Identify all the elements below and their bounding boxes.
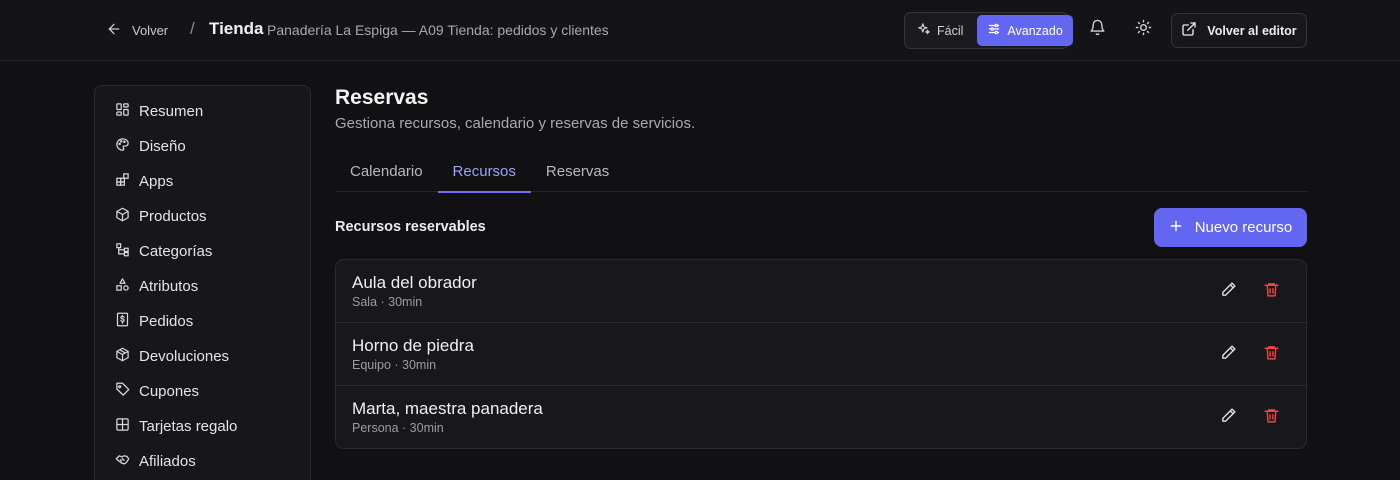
sidebar-item-atributos[interactable]: Atributos <box>95 269 310 304</box>
package-return-icon <box>115 347 130 366</box>
theme-toggle-button[interactable] <box>1128 15 1158 45</box>
sidebar-item-diseno[interactable]: Diseño <box>95 129 310 164</box>
shapes-icon <box>115 277 130 296</box>
handshake-icon <box>115 452 130 471</box>
trash-icon <box>1263 344 1280 366</box>
edit-resource-button[interactable] <box>1216 343 1240 367</box>
sidebar-item-label: Tarjetas regalo <box>139 418 238 435</box>
sidebar-item-label: Productos <box>139 208 207 225</box>
edit-resource-button[interactable] <box>1216 406 1240 430</box>
sidebar: Resumen Diseño Apps Productos Categorías… <box>94 85 311 480</box>
pencil-icon <box>1220 407 1237 429</box>
trash-icon <box>1263 281 1280 303</box>
package-icon <box>115 207 130 226</box>
mode-advanced-button[interactable]: Avanzado <box>977 15 1073 46</box>
pencil-icon <box>1220 281 1237 303</box>
trash-icon <box>1263 407 1280 429</box>
back-to-editor-label: Volver al editor <box>1207 23 1297 38</box>
breadcrumb-subtitle: Panadería La Espiga — A09 Tienda: pedido… <box>267 22 609 38</box>
new-resource-label: Nuevo recurso <box>1194 219 1293 236</box>
sidebar-item-label: Diseño <box>139 138 186 155</box>
delete-resource-button[interactable] <box>1259 406 1283 430</box>
sidebar-item-tarjetas-regalo[interactable]: Tarjetas regalo <box>95 409 310 444</box>
back-label: Volver <box>132 22 169 38</box>
top-bar: Volver / Tienda Panadería La Espiga — A0… <box>0 0 1400 61</box>
sparkles-icon <box>917 22 931 39</box>
breadcrumb-separator: / <box>190 19 195 38</box>
back-button[interactable]: Volver <box>100 14 174 46</box>
back-to-editor-button[interactable]: Volver al editor <box>1171 13 1307 48</box>
sidebar-item-cupones[interactable]: Cupones <box>95 374 310 409</box>
resource-row: Aula del obrador Sala · 30min <box>336 260 1306 323</box>
resource-name: Marta, maestra panadera <box>352 399 543 418</box>
bell-icon <box>1089 19 1106 41</box>
sidebar-item-devoluciones[interactable]: Devoluciones <box>95 339 310 374</box>
sidebar-item-label: Apps <box>139 173 174 190</box>
arrow-left-icon <box>106 21 122 40</box>
sidebar-item-productos[interactable]: Productos <box>95 199 310 234</box>
external-link-icon <box>1181 21 1197 40</box>
sidebar-item-label: Afiliados <box>139 453 196 470</box>
sidebar-item-apps[interactable]: Apps <box>95 164 310 199</box>
palette-icon <box>115 137 130 156</box>
tab-reservas[interactable]: Reservas <box>531 150 624 192</box>
new-resource-button[interactable]: Nuevo recurso <box>1154 208 1307 247</box>
delete-resource-button[interactable] <box>1259 280 1283 304</box>
sidebar-item-label: Atributos <box>139 278 199 295</box>
delete-resource-button[interactable] <box>1259 343 1283 367</box>
pencil-icon <box>1220 344 1237 366</box>
mode-easy-label: Fácil <box>937 23 964 38</box>
sun-icon <box>1135 19 1152 41</box>
resource-row: Horno de piedra Equipo · 30min <box>336 323 1306 386</box>
apps-icon <box>115 172 130 191</box>
tab-recursos[interactable]: Recursos <box>437 150 532 193</box>
page-title: Reservas <box>335 86 429 109</box>
resource-row: Marta, maestra panadera Persona · 30min <box>336 386 1306 448</box>
sidebar-item-label: Devoluciones <box>139 348 230 365</box>
mode-advanced-label: Avanzado <box>1007 23 1063 38</box>
sidebar-item-label: Categorías <box>139 243 213 260</box>
breadcrumb-title: Tienda <box>209 19 264 38</box>
sidebar-item-resumen[interactable]: Resumen <box>95 94 310 129</box>
sidebar-item-label: Resumen <box>139 103 204 120</box>
sidebar-item-label: Cupones <box>139 383 200 400</box>
page-subtitle: Gestiona recursos, calendario y reservas… <box>335 115 696 132</box>
dashboard-icon <box>115 102 130 121</box>
sidebar-item-pedidos[interactable]: Pedidos <box>95 304 310 339</box>
sliders-icon <box>987 22 1001 39</box>
plus-icon <box>1169 219 1183 237</box>
resource-meta: Equipo · 30min <box>352 358 437 372</box>
tab-bar: Calendario Recursos Reservas <box>335 150 1307 193</box>
sidebar-item-categorias[interactable]: Categorías <box>95 234 310 269</box>
mode-switch: Fácil Avanzado <box>904 12 1073 49</box>
resource-meta: Persona · 30min <box>352 421 444 435</box>
resource-name: Horno de piedra <box>352 336 474 355</box>
sidebar-item-label: Pedidos <box>139 313 194 330</box>
resource-meta: Sala · 30min <box>352 295 423 309</box>
notifications-button[interactable] <box>1082 15 1112 45</box>
resource-list: Aula del obrador Sala · 30min Horno de p… <box>335 259 1307 449</box>
tab-calendario[interactable]: Calendario <box>335 150 438 192</box>
hierarchy-icon <box>115 242 130 261</box>
tag-icon <box>115 382 130 401</box>
section-title: Recursos reservables <box>335 219 486 235</box>
gift-card-icon <box>115 417 130 436</box>
sidebar-item-afiliados[interactable]: Afiliados <box>95 444 310 479</box>
receipt-dollar-icon <box>115 312 130 331</box>
edit-resource-button[interactable] <box>1216 280 1240 304</box>
mode-easy-button[interactable]: Fácil <box>907 15 973 46</box>
resource-name: Aula del obrador <box>352 273 477 292</box>
